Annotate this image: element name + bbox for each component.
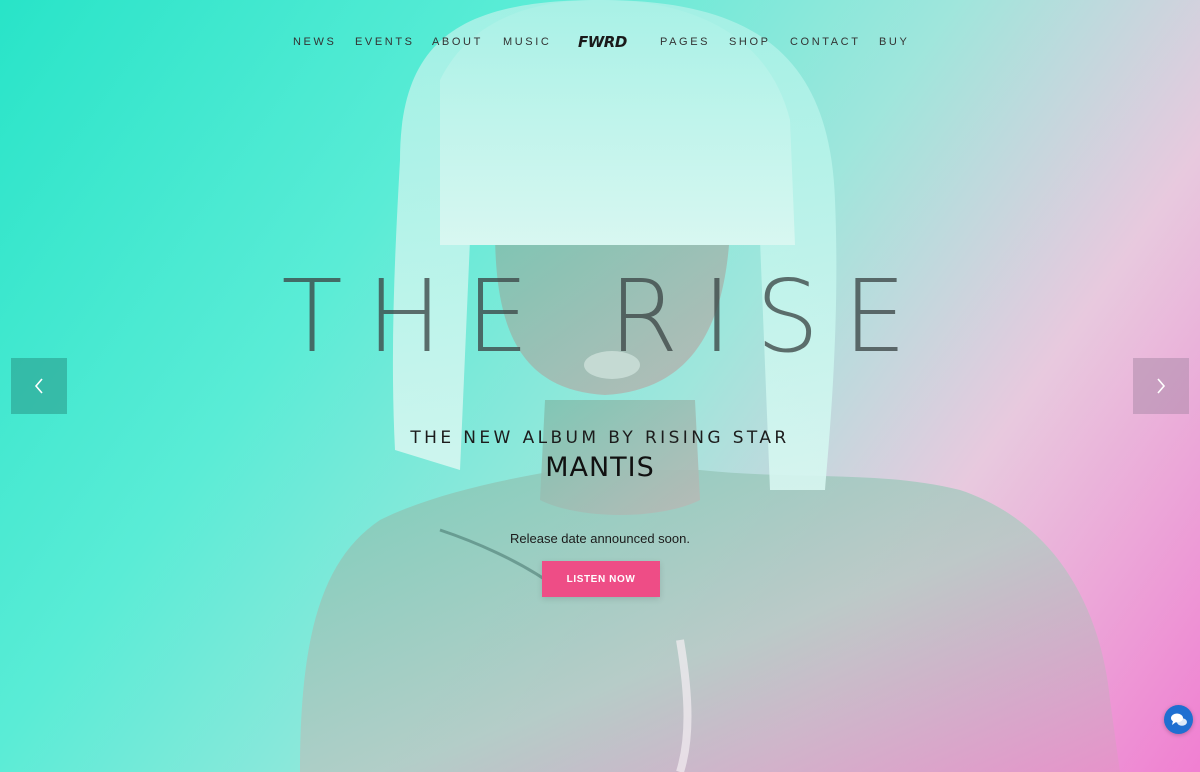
site-logo[interactable]: FWRD — [578, 33, 627, 51]
next-slide-button[interactable] — [1133, 358, 1189, 414]
hero-slide — [0, 0, 1200, 772]
hero-title: THE RISE — [281, 258, 931, 375]
nav-news[interactable]: NEWS — [293, 36, 336, 48]
nav-about[interactable]: ABOUT — [432, 36, 483, 48]
release-text: Release date announced soon. — [510, 531, 690, 546]
nav-shop[interactable]: SHOP — [729, 36, 771, 48]
artist-name: MANTIS — [545, 452, 655, 483]
main-navigation: NEWS EVENTS ABOUT MUSIC FWRD PAGES SHOP … — [0, 28, 1200, 56]
nav-buy[interactable]: BUY — [879, 36, 909, 48]
nav-events[interactable]: EVENTS — [355, 36, 415, 48]
listen-now-button[interactable]: LISTEN NOW — [542, 561, 660, 597]
nav-music[interactable]: MUSIC — [503, 36, 551, 48]
nav-contact[interactable]: CONTACT — [790, 36, 861, 48]
nav-pages[interactable]: PAGES — [660, 36, 710, 48]
chevron-left-icon — [34, 378, 43, 394]
chat-widget-button[interactable] — [1164, 705, 1193, 734]
hero-photo — [300, 0, 1120, 772]
chat-bubbles-icon — [1170, 713, 1187, 726]
prev-slide-button[interactable] — [11, 358, 67, 414]
chevron-right-icon — [1157, 378, 1166, 394]
hero-subtitle: THE NEW ALBUM BY RISING STAR — [410, 428, 790, 448]
